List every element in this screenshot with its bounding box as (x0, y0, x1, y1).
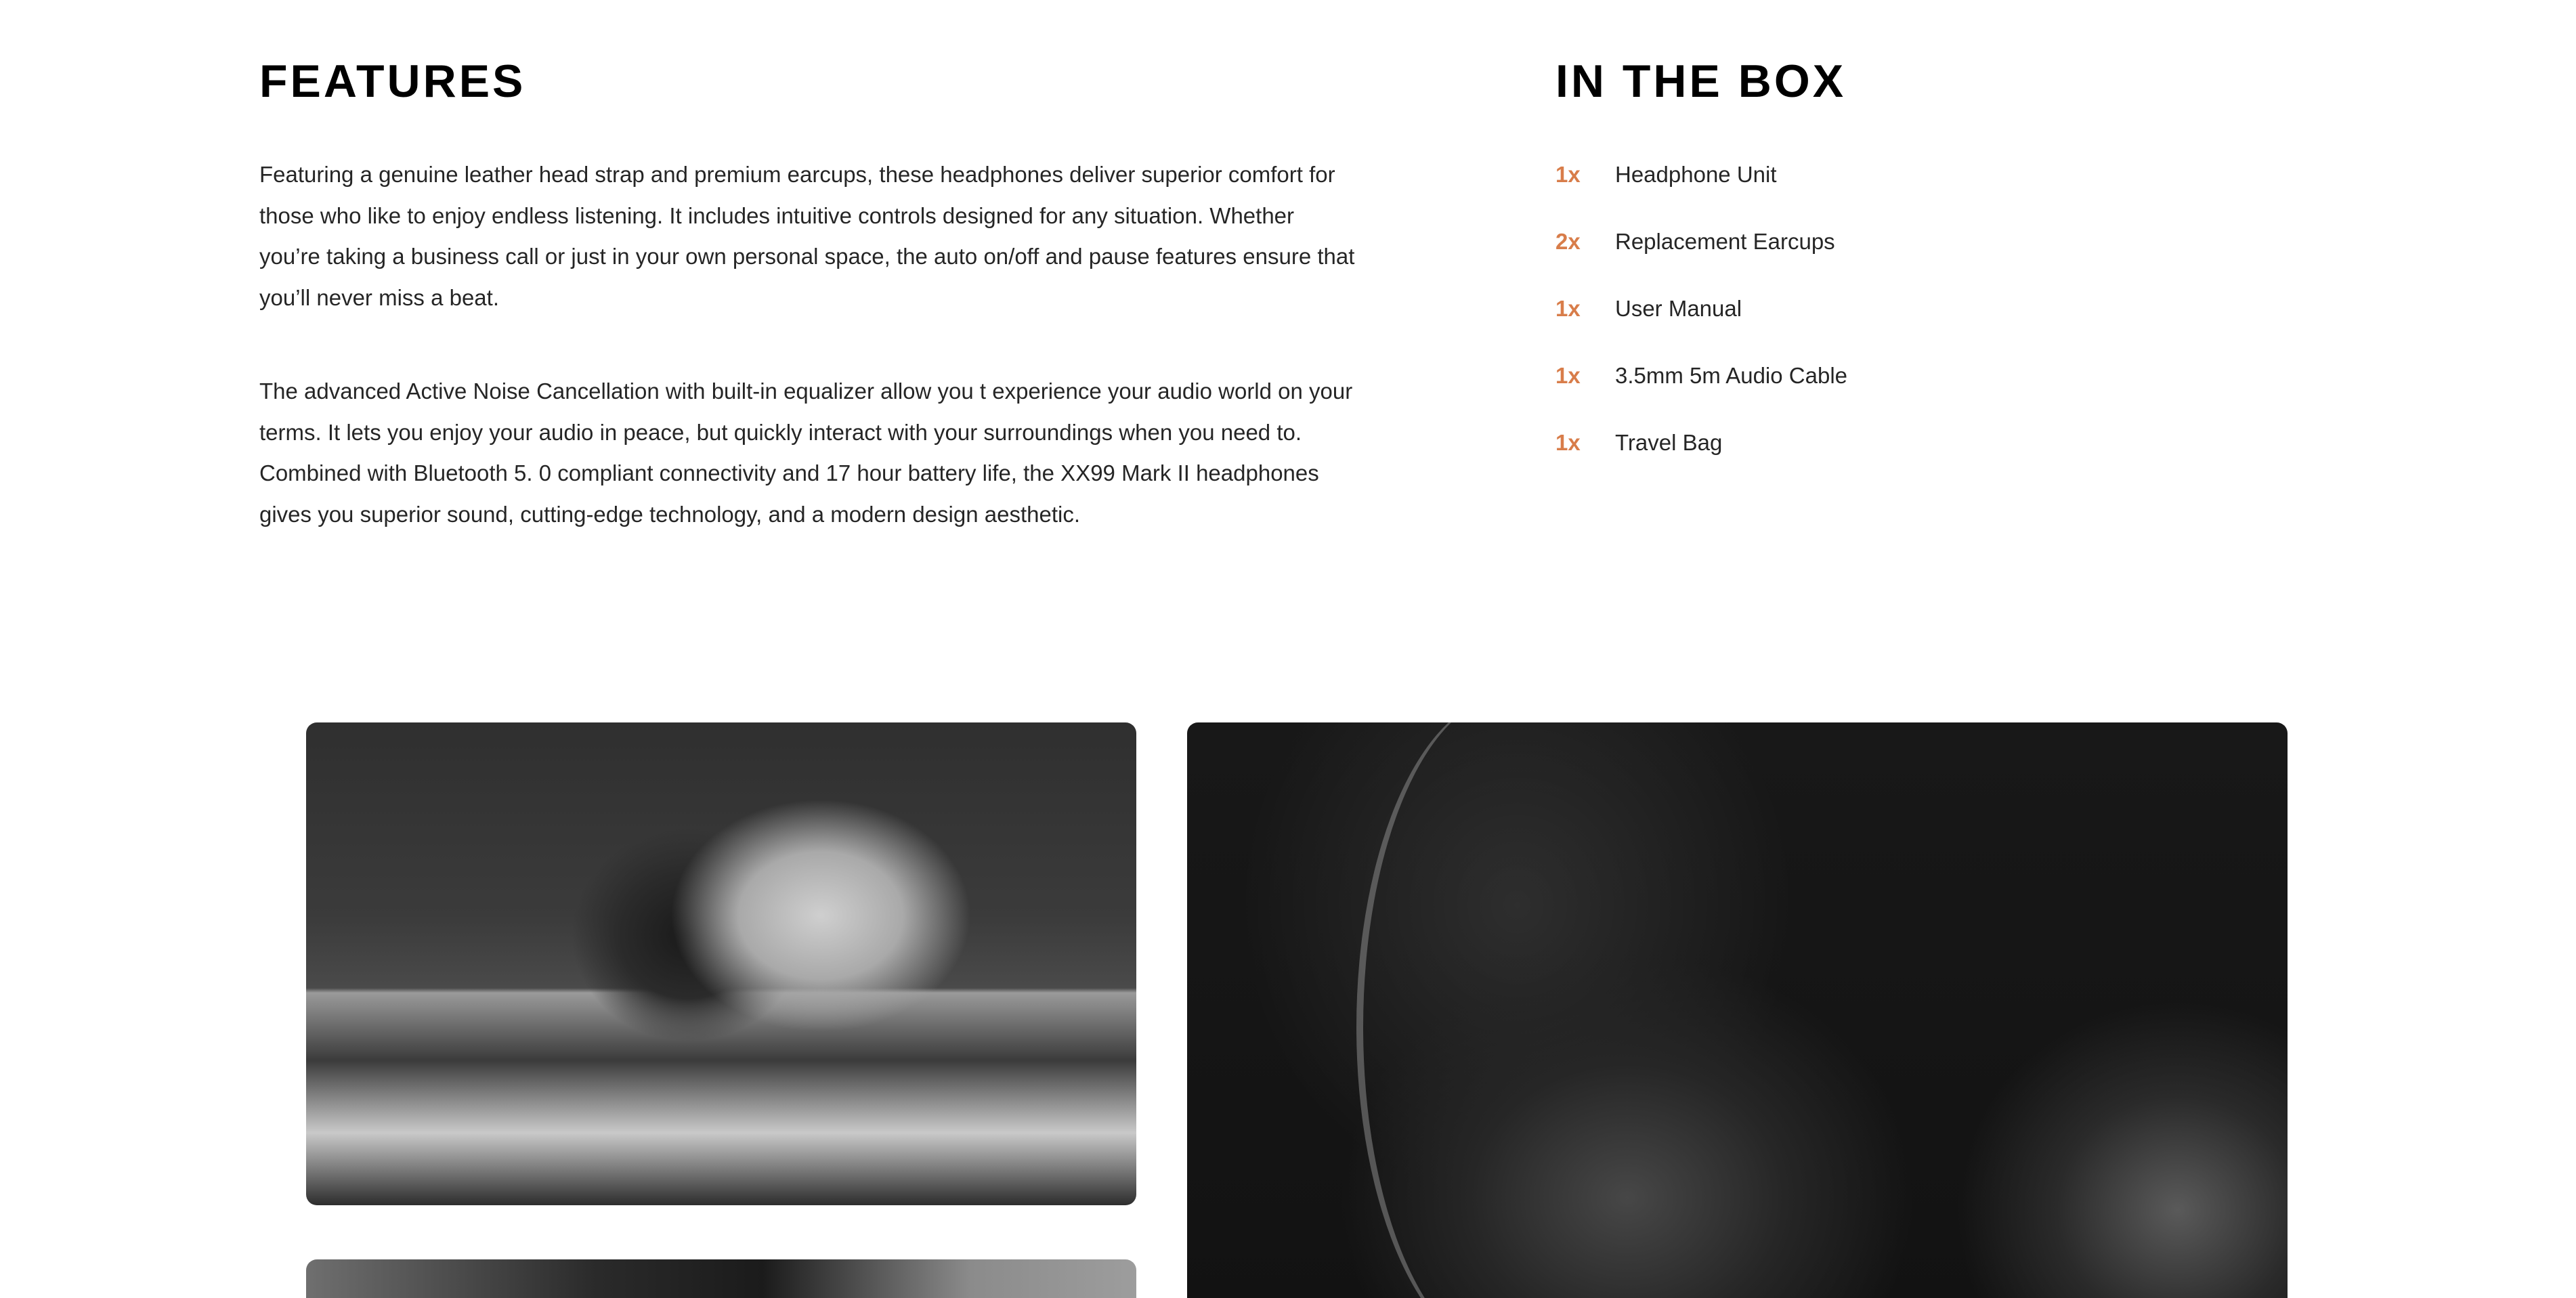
list-item: 1x 3.5mm 5m Audio Cable (1555, 355, 2165, 423)
item-quantity: 2x (1555, 229, 1581, 254)
item-quantity: 1x (1555, 363, 1581, 388)
item-name: Travel Bag (1615, 430, 1723, 455)
gallery-image-headphones-closeup (1187, 722, 2288, 1298)
list-item: 2x Replacement Earcups (1555, 221, 2165, 288)
gallery-image-headphones-table (306, 1259, 1136, 1298)
in-the-box-list: 1x Headphone Unit 2x Replacement Earcups… (1555, 154, 2165, 490)
features-paragraph-1: Featuring a genuine leather head strap a… (259, 162, 1355, 310)
list-item: 1x Headphone Unit (1555, 154, 2165, 221)
features-title: FEATURES (259, 56, 526, 107)
item-quantity: 1x (1555, 296, 1581, 321)
item-quantity: 1x (1555, 162, 1581, 187)
features-paragraph-2: The advanced Active Noise Cancellation w… (259, 378, 1353, 527)
in-the-box-title: IN THE BOX (1555, 56, 1847, 107)
item-name: Headphone Unit (1615, 162, 1777, 187)
features-section: FEATURES Featuring a genuine leather hea… (259, 54, 1356, 535)
item-name: User Manual (1615, 296, 1742, 321)
item-name: 3.5mm 5m Audio Cable (1615, 363, 1848, 388)
item-name: Replacement Earcups (1615, 229, 1835, 254)
headband-shape (1356, 722, 1661, 1298)
product-details-page: FEATURES Featuring a genuine leather hea… (0, 0, 2576, 1298)
list-item: 1x User Manual (1555, 288, 2165, 355)
gallery-image-man-with-headphones (306, 722, 1136, 1205)
item-quantity: 1x (1555, 430, 1581, 455)
list-item: 1x Travel Bag (1555, 423, 2165, 490)
in-the-box-section: IN THE BOX 1x Headphone Unit 2x Replacem… (1555, 54, 2165, 490)
